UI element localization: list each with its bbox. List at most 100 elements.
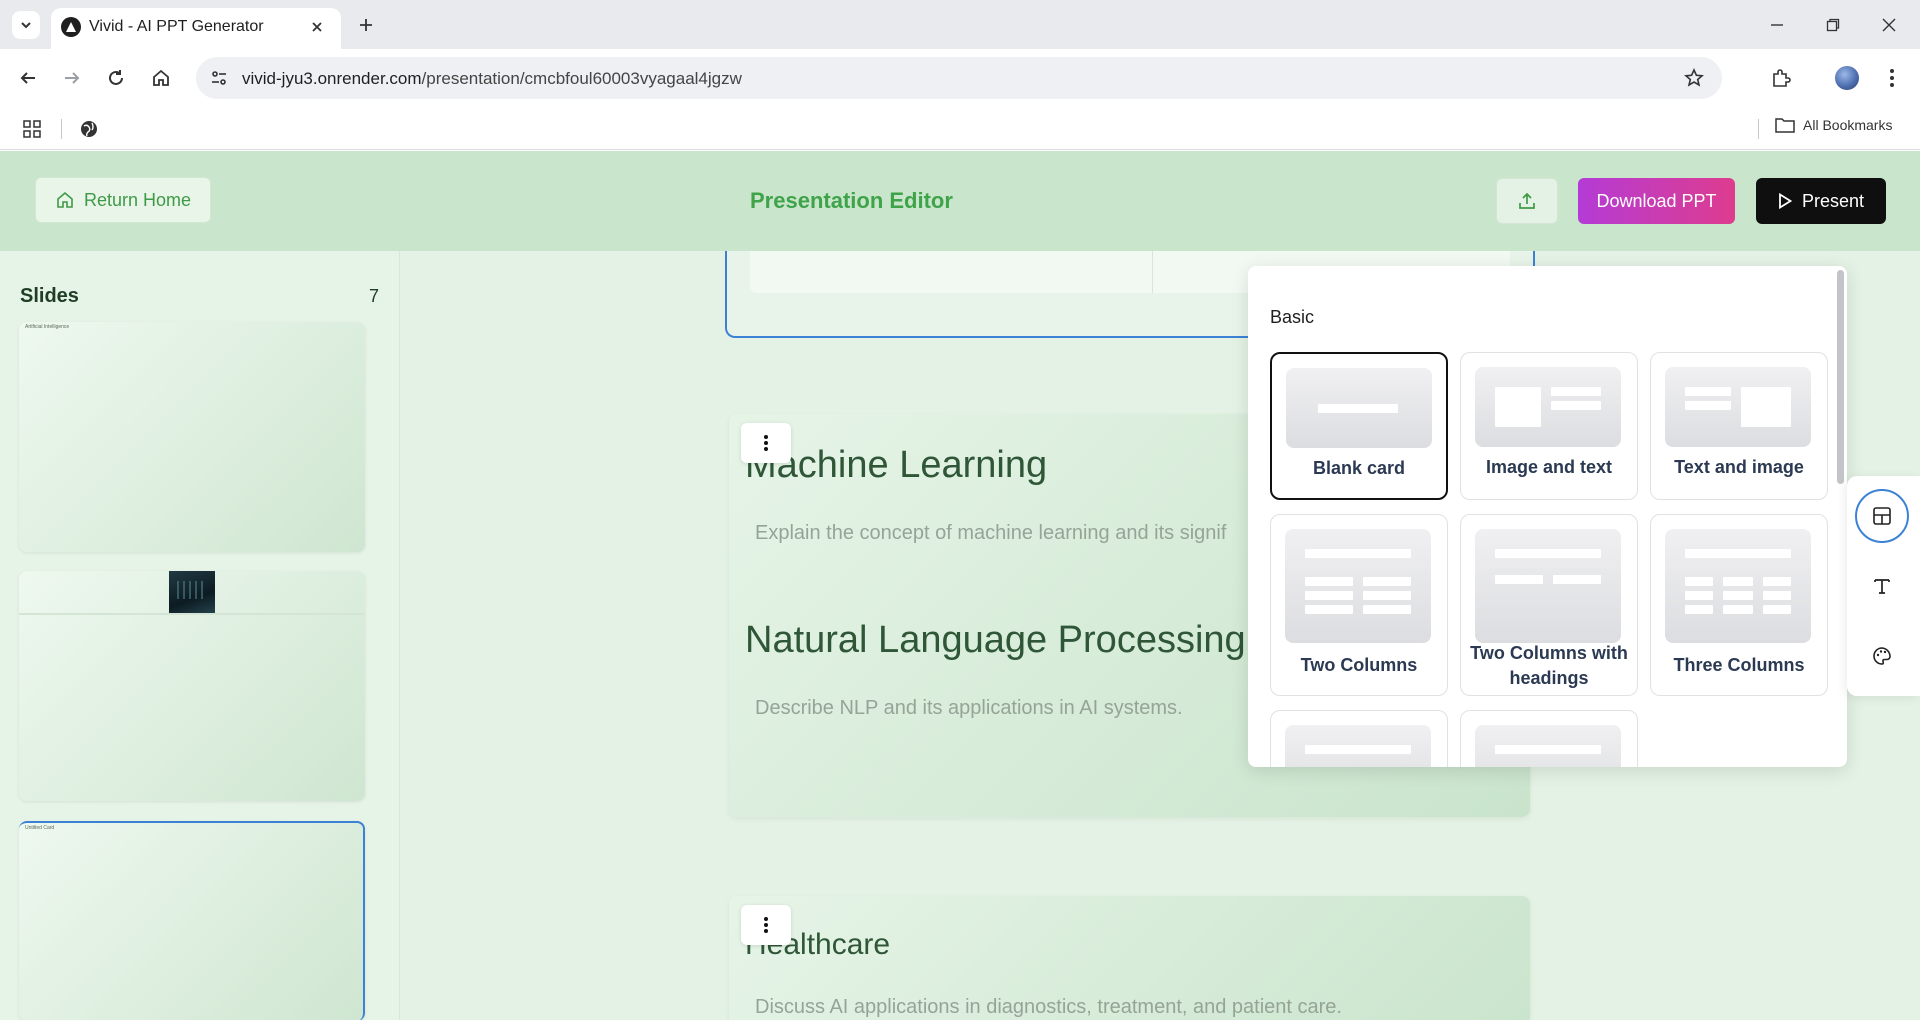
- tab-title: Vivid - AI PPT Generator: [89, 18, 264, 35]
- card-heading[interactable]: Natural Language Processing: [745, 619, 1246, 662]
- layout-preview: [1475, 529, 1621, 643]
- layout-option-blank-card[interactable]: Blank card: [1270, 352, 1448, 500]
- site-info-icon[interactable]: [204, 63, 234, 93]
- present-label: Present: [1801, 190, 1865, 211]
- home-icon: [57, 191, 73, 208]
- slide-thumbnail[interactable]: Artificial Intelligence: [19, 322, 365, 552]
- share-button[interactable]: [1496, 178, 1558, 224]
- url-path: /presentation/cmcbfoul60003vyagaal4jgzw: [421, 69, 742, 88]
- globe-icon[interactable]: [76, 116, 102, 142]
- layout-option-image-and-text[interactable]: Image and text: [1460, 352, 1638, 500]
- thumbnail-image: [169, 571, 215, 615]
- layout-preview: [1475, 725, 1621, 767]
- avatar-icon: [1835, 66, 1859, 90]
- bookmarks-divider: [61, 119, 62, 139]
- panel-scrollbar[interactable]: [1837, 270, 1844, 484]
- layout-label: Three Columns: [1673, 655, 1805, 675]
- profile-avatar[interactable]: [1832, 63, 1862, 93]
- close-window-button[interactable]: [1874, 10, 1904, 40]
- back-button[interactable]: [13, 63, 43, 93]
- restore-window-button[interactable]: [1818, 10, 1848, 40]
- bookmark-star-icon[interactable]: [1680, 64, 1708, 92]
- layout-option-two-columns-with-headings[interactable]: Two Columns with headings: [1460, 514, 1638, 696]
- card-options-button[interactable]: [741, 905, 791, 945]
- url-host: vivid-jyu3.onrender.com: [242, 69, 422, 88]
- layout-label: Blank card: [1312, 458, 1406, 478]
- app-header: Return Home Presentation Editor Download…: [0, 151, 1920, 251]
- browser-tab-strip: Vivid - AI PPT Generator: [0, 0, 1920, 49]
- bookmarks-divider-right: [1758, 119, 1759, 139]
- layout-option-two-columns[interactable]: Two Columns: [1270, 514, 1448, 696]
- forward-button[interactable]: [57, 63, 87, 93]
- chevron-down-icon: [21, 22, 31, 29]
- all-bookmarks-button[interactable]: All Bookmarks: [1775, 117, 1892, 133]
- card-description[interactable]: Explain the concept of machine learning …: [755, 522, 1226, 545]
- layout-label: Two Columns with headings: [1470, 643, 1628, 688]
- text-icon: [1874, 579, 1890, 594]
- slides-sidebar: Slides 7 Artificial Intelligence Untitle…: [0, 251, 400, 1020]
- minimize-icon: [1771, 24, 1783, 26]
- card-options-button[interactable]: [741, 423, 791, 463]
- reload-button[interactable]: [101, 63, 131, 93]
- upload-icon: [1519, 192, 1535, 209]
- thumbnail-title: Untitled Card: [25, 825, 55, 831]
- extensions-button[interactable]: [1766, 63, 1796, 93]
- layout-option-partial[interactable]: [1460, 710, 1638, 767]
- card-description[interactable]: Describe NLP and its applications in AI …: [755, 697, 1183, 720]
- layout-label: Image and text: [1485, 457, 1613, 477]
- slide-thumbnail[interactable]: [19, 571, 365, 801]
- layout-preview: [1285, 529, 1431, 643]
- layout-section-heading: Basic: [1270, 307, 1315, 327]
- plus-icon: [360, 19, 372, 31]
- close-icon: [1882, 18, 1896, 32]
- layout-option-text-and-image[interactable]: Text and image: [1650, 352, 1828, 500]
- browser-menu-button[interactable]: [1877, 63, 1907, 93]
- puzzle-icon: [1773, 69, 1791, 87]
- return-home-label: Return Home: [84, 189, 192, 210]
- layout-preview: [1285, 725, 1431, 767]
- theme-tool-button[interactable]: [1855, 629, 1909, 683]
- present-button[interactable]: Present: [1756, 178, 1886, 224]
- restore-icon: [1826, 18, 1840, 32]
- url-text: vivid-jyu3.onrender.com/presentation/cmc…: [242, 69, 742, 89]
- new-tab-button[interactable]: [352, 11, 380, 39]
- slides-heading: Slides: [20, 285, 79, 307]
- bookmarks-bar: All Bookmarks: [0, 107, 1920, 150]
- layout-preview: [1475, 367, 1621, 447]
- slide-card[interactable]: Healthcare Discuss AI applications in di…: [729, 896, 1530, 1020]
- layout-preview: [1665, 367, 1811, 447]
- card-description[interactable]: Discuss AI applications in diagnostics, …: [755, 996, 1342, 1019]
- slides-count: 7: [369, 286, 380, 306]
- editor-tool-rail: [1847, 476, 1920, 696]
- thumbnail-title: Artificial Intelligence: [25, 324, 70, 330]
- more-vertical-icon: [1890, 69, 1894, 87]
- return-home-button[interactable]: Return Home: [35, 177, 211, 223]
- palette-icon: [1873, 647, 1891, 665]
- address-bar[interactable]: vivid-jyu3.onrender.com/presentation/cmc…: [196, 57, 1722, 99]
- reload-icon: [109, 70, 123, 85]
- layout-preview: [1665, 529, 1811, 643]
- folder-icon: [1775, 118, 1795, 133]
- column-divider: [1152, 251, 1153, 293]
- play-icon: [1779, 193, 1792, 209]
- arrow-right-icon: [65, 72, 80, 84]
- minimize-window-button[interactable]: [1762, 10, 1792, 40]
- home-icon: [153, 69, 169, 86]
- layout-option-three-columns[interactable]: Three Columns: [1650, 514, 1828, 696]
- layout-preview: [1286, 368, 1432, 448]
- home-button[interactable]: [146, 63, 176, 93]
- layout-option-partial[interactable]: [1270, 710, 1448, 767]
- text-tool-button[interactable]: [1855, 559, 1909, 613]
- layout-tool-button[interactable]: [1855, 489, 1909, 543]
- layout-label: Two Columns: [1300, 655, 1418, 675]
- more-vertical-icon: [764, 917, 768, 933]
- all-bookmarks-label: All Bookmarks: [1803, 117, 1893, 133]
- layout-picker-panel: Basic Blank card Image and text Text and…: [1248, 266, 1847, 767]
- close-tab-icon[interactable]: [305, 15, 329, 39]
- tab-search-button[interactable]: [12, 11, 40, 39]
- browser-tab[interactable]: Vivid - AI PPT Generator: [51, 8, 341, 49]
- download-ppt-button[interactable]: Download PPT: [1578, 178, 1735, 224]
- slide-thumbnail-selected[interactable]: Untitled Card: [19, 821, 365, 1020]
- page-title: Presentation Editor: [750, 188, 953, 213]
- apps-grid-icon[interactable]: [20, 117, 44, 141]
